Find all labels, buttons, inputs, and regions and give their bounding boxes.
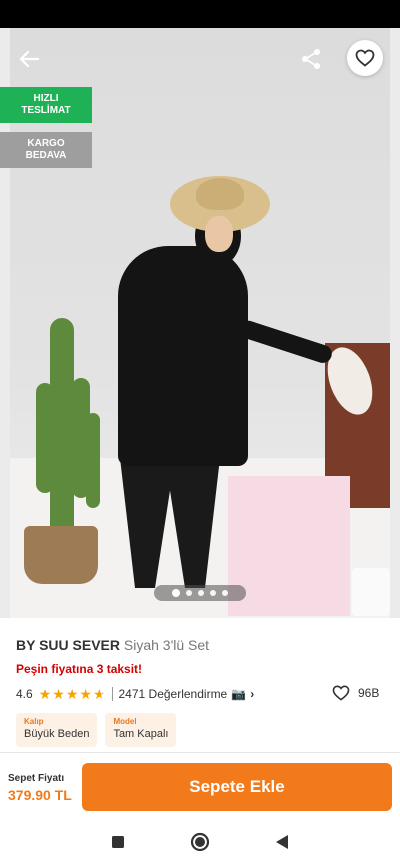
rating-stars: ★ ★ ★ ★ ★ — [39, 687, 106, 701]
nav-back-button[interactable] — [272, 832, 292, 852]
photo-basket-pot — [24, 526, 98, 584]
installment-text: Peşin fiyatına 3 taksit! — [16, 662, 143, 676]
review-count[interactable]: 2471 Değerlendirme — [119, 687, 228, 701]
attribute-chips: Kalıp Büyük Beden Model Tam Kapalı — [16, 713, 177, 747]
gallery-dot[interactable] — [172, 589, 180, 597]
star-partial-icon: ★ — [92, 686, 106, 702]
chip-value: Büyük Beden — [24, 728, 90, 740]
rating-value: 4.6 — [16, 687, 33, 701]
square-icon — [112, 836, 124, 848]
photo-pink-box — [228, 476, 350, 616]
rating-row[interactable]: 4.6 ★ ★ ★ ★ ★ 2471 Değerlendirme 📷 › — [16, 686, 386, 702]
star-full-icon: ★ — [52, 686, 65, 702]
gallery-dot[interactable] — [186, 590, 192, 596]
photo-white-pot — [352, 568, 390, 616]
chevron-right-icon: › — [250, 687, 255, 701]
photo-cactus-left-arm — [36, 383, 54, 493]
fast-delivery-badge: HIZLI TESLİMAT — [0, 87, 92, 123]
share-icon — [302, 49, 320, 69]
free-cargo-label: KARGO BEDAVA — [25, 138, 67, 161]
star-full-icon: ★ — [79, 686, 92, 702]
gallery-pagination[interactable] — [154, 585, 246, 601]
rating-divider — [111, 687, 113, 701]
star-full-icon: ★ — [38, 686, 52, 702]
photo-model-tunic — [118, 246, 248, 466]
add-to-cart-button[interactable]: Sepete Ekle — [82, 763, 392, 811]
fast-delivery-label: HIZLI TESLİMAT — [21, 93, 71, 116]
gallery-dot[interactable] — [222, 590, 228, 596]
heart-outline-icon — [332, 685, 350, 701]
camera-icon: 📷 — [231, 687, 247, 701]
product-name: Siyah 3'lü Set — [123, 637, 210, 653]
attribute-chip-fit: Kalıp Büyük Beden — [16, 713, 98, 747]
favorite-button[interactable] — [347, 40, 383, 76]
recent-apps-button[interactable] — [108, 832, 128, 852]
star-full-icon: ★ — [65, 686, 79, 702]
chip-value: Tam Kapalı — [113, 728, 169, 740]
home-button[interactable] — [190, 832, 210, 852]
triangle-back-icon — [276, 835, 288, 849]
photo-cactus-far-arm — [86, 413, 100, 508]
back-button[interactable] — [10, 44, 48, 74]
favorite-count-value: 96B — [358, 686, 380, 700]
price-label: Sepet Fiyatı — [8, 773, 65, 784]
photo-straw-hat-crown — [196, 178, 244, 210]
chip-label: Kalıp — [24, 717, 44, 726]
chip-label: Model — [113, 717, 137, 726]
favorite-count[interactable]: 96B — [332, 685, 379, 701]
share-button[interactable] — [294, 42, 328, 76]
gallery-dot[interactable] — [210, 590, 216, 596]
free-cargo-badge: KARGO BEDAVA — [0, 132, 92, 168]
attribute-chip-model: Model Tam Kapalı — [105, 713, 177, 747]
arrow-left-icon — [19, 50, 39, 68]
circle-icon — [190, 832, 210, 852]
gallery-dot[interactable] — [198, 590, 204, 596]
product-title: BY SUU SEVER Siyah 3'lü Set — [16, 637, 209, 653]
brand-name[interactable]: BY SUU SEVER — [16, 637, 120, 653]
heart-outline-icon — [355, 49, 375, 67]
system-nav-bar — [0, 818, 400, 866]
status-bar — [0, 0, 400, 28]
checkout-bar: Sepet Fiyatı 379.90 TL Sepete Ekle — [0, 752, 400, 819]
photo-model-face — [205, 216, 233, 252]
price-value: 379.90 TL — [8, 787, 72, 803]
